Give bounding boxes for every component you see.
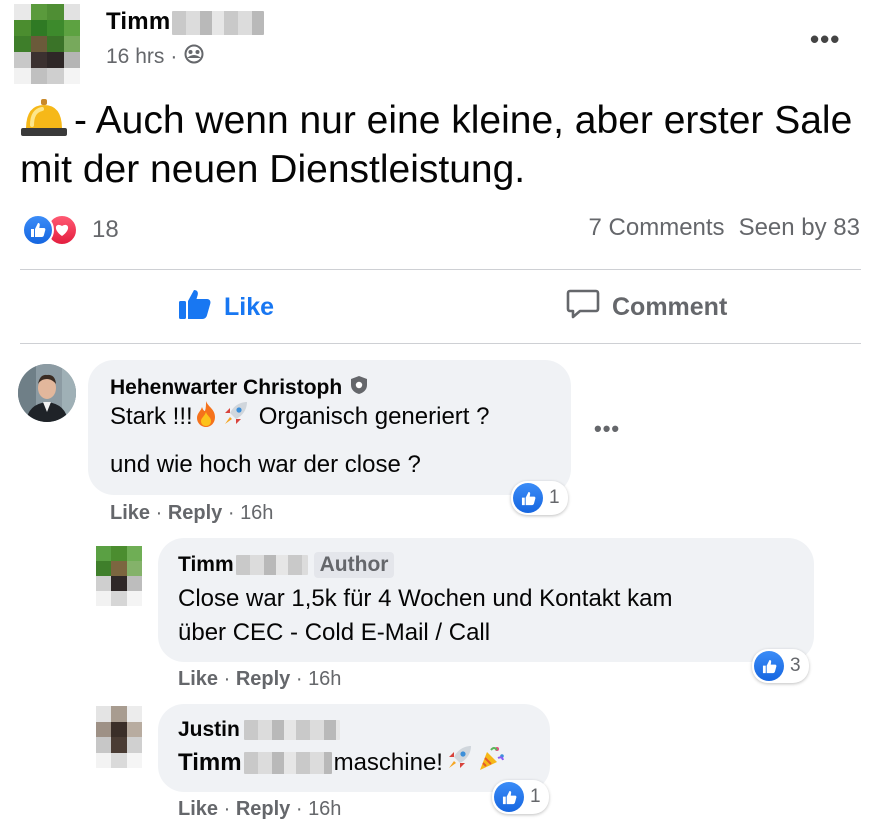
reply-text-line2: über CEC - Cold E-Mail / Call xyxy=(178,619,491,646)
reply-author-name[interactable]: Timm Author xyxy=(178,552,395,578)
divider-bottom xyxy=(20,343,861,344)
like-reaction-icon xyxy=(494,782,524,812)
thumbs-up-icon xyxy=(178,288,212,327)
post-author-name[interactable]: Timm xyxy=(106,8,265,36)
redacted-surname xyxy=(243,752,332,774)
reply-time[interactable]: 16h xyxy=(308,668,341,690)
like-reaction-icon xyxy=(513,483,543,513)
comment-button[interactable]: Comment xyxy=(566,288,727,327)
reply-actions: Like · Reply · 16h xyxy=(178,668,342,690)
reply-author-avatar[interactable] xyxy=(96,546,142,606)
commenter-avatar[interactable] xyxy=(18,364,76,422)
rocket-icon xyxy=(221,400,249,438)
reaction-count[interactable]: 18 xyxy=(92,216,119,244)
like-reaction-icon xyxy=(754,651,784,681)
reply2-author-avatar[interactable] xyxy=(96,706,142,768)
comment-text: Stark !!! Organisch generiert ? xyxy=(110,400,489,438)
redacted-surname xyxy=(235,555,308,575)
reply-reaction-pill[interactable]: 3 xyxy=(752,649,809,683)
comment-author-name[interactable]: Hehenwarter Christoph xyxy=(110,375,368,401)
reply2-reply-link[interactable]: Reply xyxy=(236,798,290,819)
author-first-name[interactable]: Timm xyxy=(106,8,170,35)
comment-reaction-pill[interactable]: 1 xyxy=(511,481,568,515)
post-body: - Auch wenn nur eine kleine, aber erster… xyxy=(20,99,853,191)
more-options-icon[interactable]: ••• xyxy=(810,24,840,55)
mention-link[interactable]: Timm xyxy=(178,746,242,780)
like-reaction-icon xyxy=(22,214,54,246)
reply2-reaction-pill[interactable]: 1 xyxy=(492,780,549,814)
redacted-surname xyxy=(172,10,265,35)
author-badge: Author xyxy=(313,552,395,578)
comment-time[interactable]: 16h xyxy=(240,502,273,524)
reply2-actions: Like · Reply · 16h xyxy=(178,798,342,819)
friends-icon xyxy=(183,44,205,70)
reply2-text: Timm maschine! xyxy=(178,744,505,782)
comment-like-link[interactable]: Like xyxy=(110,502,150,524)
reply2-like-link[interactable]: Like xyxy=(178,798,218,819)
reply-text-line1: Close war 1,5k für 4 Wochen und Kontakt … xyxy=(178,585,673,612)
reply2-time[interactable]: 16h xyxy=(308,798,341,819)
post-meta: 16 hrs · xyxy=(106,44,205,70)
post-stats: 7 Comments Seen by 83 xyxy=(589,214,860,242)
comment-reply-link[interactable]: Reply xyxy=(168,502,222,524)
bell-icon xyxy=(20,97,68,137)
rocket-icon xyxy=(445,744,473,782)
post-text: - Auch wenn nur eine kleine, aber erster… xyxy=(20,96,860,194)
like-label: Like xyxy=(224,293,275,321)
reaction-summary[interactable]: 18 xyxy=(22,214,119,246)
comments-count[interactable]: 7 Comments xyxy=(589,214,725,242)
reply-like-link[interactable]: Like xyxy=(178,668,218,690)
post-time[interactable]: 16 hrs xyxy=(106,45,164,69)
comment-label: Comment xyxy=(612,293,728,321)
seen-by-count[interactable]: Seen by 83 xyxy=(739,214,860,242)
post-author-avatar[interactable] xyxy=(14,4,80,84)
comment-bubble-icon xyxy=(566,288,600,327)
party-popper-icon xyxy=(477,744,505,782)
fire-icon xyxy=(193,400,219,438)
comment-text-line2: und wie hoch war der close ? xyxy=(110,451,421,478)
reply-reply-link[interactable]: Reply xyxy=(236,668,290,690)
shield-badge-icon xyxy=(350,375,368,401)
divider-top xyxy=(20,269,861,270)
comment-actions: Like · Reply · 16h xyxy=(110,502,274,524)
reply2-author-name[interactable]: Justin xyxy=(178,718,340,742)
comment-options-icon[interactable]: ••• xyxy=(594,416,620,442)
redacted-surname xyxy=(243,720,340,740)
like-button[interactable]: Like xyxy=(178,288,274,327)
